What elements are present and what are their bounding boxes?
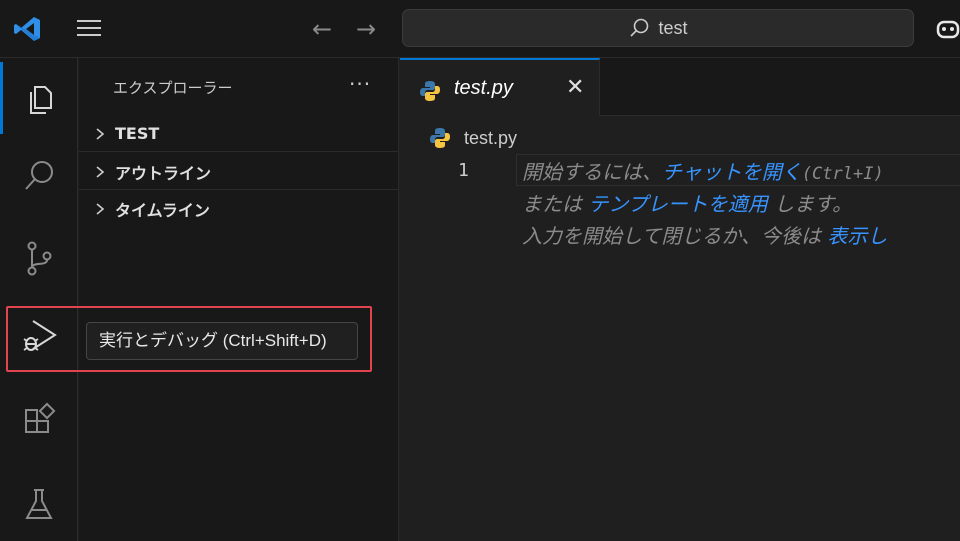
breadcrumb[interactable]: test.py — [428, 126, 517, 150]
open-chat-link[interactable]: チャットを開く — [662, 160, 802, 184]
search-text: test — [658, 17, 688, 38]
search-icon — [630, 18, 649, 37]
activity-explorer[interactable] — [0, 62, 78, 134]
hint-line-1: 開始するには、チャットを開く(Ctrl+I) — [522, 156, 884, 185]
source-control-icon — [27, 241, 52, 276]
tab-label: test.py — [454, 77, 513, 99]
title-bar: ← → test — [0, 0, 960, 58]
section-folder[interactable]: TEST — [79, 116, 399, 152]
explorer-sidebar: エクスプローラー ··· TEST アウトライン タイムライン — [79, 58, 399, 541]
editor-tabs: test.py ✕ — [400, 58, 960, 116]
tooltip: 実行とデバッグ (Ctrl+Shift+D) — [86, 322, 358, 360]
line-number: 1 — [458, 160, 469, 181]
back-arrow-icon[interactable]: ← — [308, 14, 336, 44]
section-timeline[interactable]: タイムライン — [79, 191, 399, 227]
search-icon — [25, 161, 53, 190]
hint-text: 開始するには、 — [522, 160, 662, 184]
hint-line-2: または テンプレートを適用 します。 — [522, 188, 852, 217]
forward-arrow-icon[interactable]: → — [352, 14, 380, 44]
extensions-icon — [25, 402, 56, 433]
shortcut-text: (Ctrl+I) — [801, 164, 884, 184]
section-label: タイムライン — [115, 201, 210, 220]
command-center-search[interactable]: test — [402, 9, 914, 47]
hint-text: します。 — [767, 192, 853, 216]
close-icon[interactable]: ✕ — [566, 75, 584, 100]
activity-source-control[interactable] — [0, 222, 78, 294]
section-label: アウトライン — [115, 163, 212, 183]
more-actions-icon[interactable]: ··· — [349, 72, 371, 96]
hint-line-3: 入力を開始して閉じるか、今後は 表示し — [522, 220, 887, 249]
hint-text: 入力を開始して閉じるか、今後は — [522, 224, 828, 248]
chevron-right-icon — [96, 203, 105, 215]
python-icon — [420, 81, 440, 101]
copilot-icon[interactable] — [932, 14, 960, 44]
apply-template-link[interactable]: テンプレートを適用 — [588, 192, 767, 216]
hint-text: または — [522, 192, 589, 216]
sidebar-title: エクスプローラー — [113, 79, 233, 97]
section-label: TEST — [115, 124, 160, 143]
chevron-right-icon — [96, 127, 105, 140]
tab-test-py[interactable]: test.py ✕ — [400, 58, 600, 116]
vscode-logo-icon — [14, 17, 40, 41]
breadcrumb-file: test.py — [464, 127, 518, 148]
testing-icon — [25, 489, 53, 519]
activity-search[interactable] — [0, 140, 78, 212]
menu-button[interactable] — [74, 15, 104, 43]
chevron-right-icon — [96, 165, 105, 178]
python-icon — [430, 128, 450, 148]
activity-extensions[interactable] — [0, 386, 78, 458]
activity-bar — [0, 58, 78, 541]
editor-area[interactable]: test.py 1 開始するには、チャットを開く(Ctrl+I) または テンプ… — [400, 116, 960, 541]
explorer-icon — [29, 86, 52, 114]
activity-testing[interactable] — [0, 468, 78, 540]
section-outline[interactable]: アウトライン — [79, 154, 399, 190]
dont-show-link[interactable]: 表示し — [827, 224, 887, 248]
